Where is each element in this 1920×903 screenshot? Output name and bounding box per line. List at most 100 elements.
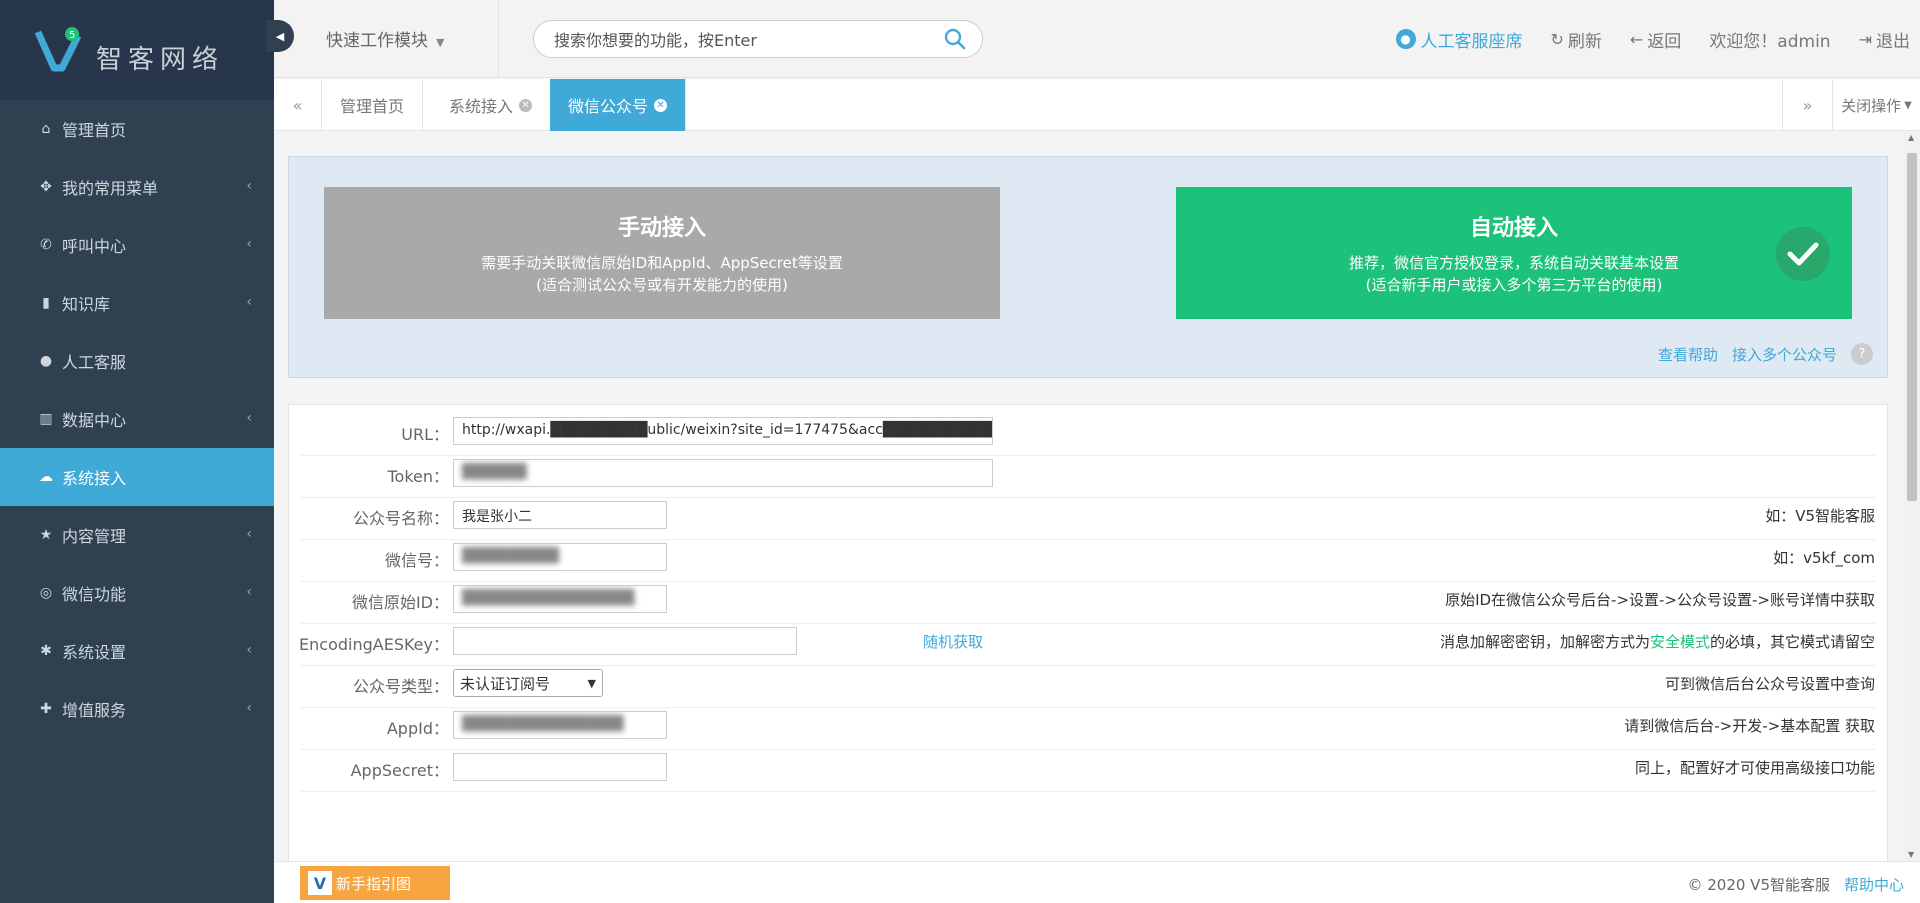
sidebar-item-label: 呼叫中心 bbox=[62, 237, 127, 256]
back-label: 返回 bbox=[1647, 31, 1682, 52]
form-row-appsecret: AppSecret： 同上，配置好才可使用高级接口功能 bbox=[301, 741, 1875, 792]
quick-module-dropdown[interactable]: 快速工作模块 ▼ bbox=[326, 26, 444, 51]
view-help-link[interactable]: 查看帮助 bbox=[1658, 344, 1718, 365]
sidebar-item-0[interactable]: ⌂ 管理首页 bbox=[0, 100, 274, 158]
sidebar-item-label: 人工客服 bbox=[62, 353, 127, 372]
logo[interactable]: 5 智客网络 bbox=[0, 0, 274, 100]
sidebar-item-3[interactable]: ▮ 知识库 ‹ bbox=[0, 274, 274, 332]
appid-value: ███████████████ bbox=[462, 716, 624, 732]
user-circle-icon: ● bbox=[1395, 29, 1416, 49]
origin-id-field[interactable]: ████████████████ bbox=[453, 585, 667, 613]
user-icon: ● bbox=[39, 353, 53, 369]
refresh-button[interactable]: ↻ 刷新 bbox=[1551, 27, 1602, 52]
wechat-id-field[interactable]: █████████ bbox=[453, 543, 667, 571]
wxid-label: 微信号： bbox=[384, 551, 449, 570]
bar-chart-icon: ▥ bbox=[39, 411, 53, 427]
home-icon: ⌂ bbox=[41, 121, 51, 137]
tab-wechat-official[interactable]: 微信公众号 ✕ bbox=[550, 79, 687, 131]
close-icon[interactable]: ✕ bbox=[519, 98, 533, 112]
token-label: Token： bbox=[387, 467, 449, 486]
random-generate-link[interactable]: 随机获取 bbox=[923, 631, 983, 652]
search-icon[interactable] bbox=[944, 28, 966, 50]
appsecret-field[interactable] bbox=[453, 753, 667, 781]
book-icon: ▮ bbox=[42, 295, 50, 311]
auto-desc: 推荐，微信官方授权登录，系统自动关联基本设置 bbox=[1348, 254, 1679, 272]
sidebar-item-label: 系统设置 bbox=[62, 643, 127, 662]
origin-id-value: ████████████████ bbox=[462, 590, 635, 606]
sidebar-item-9[interactable]: ✱ 系统设置 ‹ bbox=[0, 622, 274, 680]
tab-label: 系统接入 bbox=[449, 97, 514, 116]
sidebar-item-label: 系统接入 bbox=[62, 469, 127, 488]
refresh-label: 刷新 bbox=[1567, 31, 1602, 52]
aeskey-field[interactable] bbox=[453, 627, 797, 655]
tab-scroll-right-button[interactable]: » bbox=[1782, 79, 1832, 131]
sidebar-item-7[interactable]: ★ 内容管理 ‹ bbox=[0, 506, 274, 564]
type-label: 公众号类型： bbox=[352, 677, 449, 696]
account-type-select[interactable]: 未认证订阅号 ▼ bbox=[453, 669, 603, 697]
plus-icon: ✚ bbox=[40, 701, 52, 717]
sidebar-item-6[interactable]: ☁ 系统接入 bbox=[0, 448, 274, 506]
copyright-text: © 2020 V5智能客服 bbox=[1687, 876, 1830, 894]
auto-access-card[interactable]: 自动接入 推荐，微信官方授权登录，系统自动关联基本设置 (适合新手用户或接入多个… bbox=[1176, 187, 1852, 319]
beginner-guide-button[interactable]: V 新手指引图 bbox=[300, 866, 450, 900]
sidebar: 5 智客网络 ⌂ 管理首页 ✥ 我的常用菜单 ‹ ✆ 呼叫中心 ‹ ▮ 知识库 ‹ ● 人工客服 ▥ 数据中… bbox=[0, 0, 274, 903]
sidebar-item-label: 增值服务 bbox=[62, 701, 127, 720]
manual-access-card[interactable]: 手动接入 需要手动关联微信原始ID和AppId、AppSecret等设置 (适合… bbox=[324, 187, 1000, 319]
sidebar-item-8[interactable]: ◎ 微信功能 ‹ bbox=[0, 564, 274, 622]
arrow-left-icon: ← bbox=[1629, 29, 1644, 49]
sidebar-item-10[interactable]: ✚ 增值服务 ‹ bbox=[0, 680, 274, 738]
agent-seat-label: 人工客服座席 bbox=[1420, 31, 1523, 52]
content-scrollbar[interactable]: ▲ ▼ bbox=[1904, 131, 1920, 861]
copyright: © 2020 V5智能客服 帮助中心 bbox=[1687, 874, 1904, 895]
sidebar-item-4[interactable]: ● 人工客服 bbox=[0, 332, 274, 390]
logout-icon: ⇥ bbox=[1858, 29, 1872, 49]
check-icon bbox=[1776, 227, 1830, 281]
origin-id-label: 微信原始ID： bbox=[351, 593, 449, 612]
aeskey-hint-post: 的必填，其它模式请留空 bbox=[1709, 633, 1875, 651]
origin-id-hint: 原始ID在微信公众号后台->设置->公众号设置->账号详情中获取 bbox=[1445, 591, 1875, 609]
welcome-label: 欢迎您！admin bbox=[1709, 31, 1831, 52]
search-input[interactable]: 搜索你想要的功能，按Enter bbox=[533, 20, 983, 58]
account-name-field[interactable]: 我是张小二 bbox=[453, 501, 667, 529]
caret-down-icon: ▼ bbox=[436, 36, 445, 49]
question-icon[interactable]: ? bbox=[1851, 343, 1873, 365]
v5-logo-icon: V bbox=[308, 871, 332, 895]
chevron-left-icon: ‹ bbox=[246, 178, 252, 194]
wxid-value: █████████ bbox=[462, 548, 559, 564]
back-button[interactable]: ← 返回 bbox=[1630, 27, 1681, 52]
close-operations-dropdown[interactable]: 关闭操作 ▼ bbox=[1832, 79, 1920, 131]
name-hint: 如：V5智能客服 bbox=[1765, 507, 1875, 525]
search-placeholder: 搜索你想要的功能，按Enter bbox=[554, 31, 757, 50]
tab-scroll-left-button[interactable]: « bbox=[274, 79, 322, 131]
sidebar-item-2[interactable]: ✆ 呼叫中心 ‹ bbox=[0, 216, 274, 274]
tab-bar: « 管理首页 系统接入 ✕ 微信公众号 ✕ » 关闭操作 ▼ bbox=[274, 79, 1920, 131]
sidebar-item-5[interactable]: ▥ 数据中心 ‹ bbox=[0, 390, 274, 448]
sidebar-item-1[interactable]: ✥ 我的常用菜单 ‹ bbox=[0, 158, 274, 216]
close-icon[interactable]: ✕ bbox=[654, 98, 668, 112]
tab-home[interactable]: 管理首页 bbox=[322, 79, 424, 131]
tab-label: 微信公众号 bbox=[568, 97, 649, 116]
double-left-icon: « bbox=[292, 95, 303, 115]
multi-account-link[interactable]: 接入多个公众号 bbox=[1732, 344, 1837, 365]
scroll-up-icon[interactable]: ▲ bbox=[1908, 133, 1914, 142]
token-field[interactable]: ██████ bbox=[453, 459, 993, 487]
chevron-left-icon: ‹ bbox=[246, 294, 252, 310]
aeskey-label: EncodingAESKey： bbox=[299, 635, 449, 654]
appid-field[interactable]: ███████████████ bbox=[453, 711, 667, 739]
tab-system-access[interactable]: 系统接入 ✕ bbox=[431, 79, 552, 131]
logo-text: 智客网络 bbox=[96, 44, 225, 75]
chevron-left-icon: ‹ bbox=[246, 526, 252, 542]
chevron-down-icon: ▼ bbox=[587, 676, 596, 690]
gear-icon: ✱ bbox=[40, 643, 52, 659]
scrollbar-thumb[interactable] bbox=[1907, 153, 1917, 501]
star-icon: ★ bbox=[39, 527, 53, 543]
logout-button[interactable]: ⇥ 退出 bbox=[1859, 27, 1910, 52]
agent-seat-button[interactable]: ● 人工客服座席 bbox=[1395, 27, 1523, 52]
close-ops-label: 关闭操作 bbox=[1841, 96, 1902, 115]
help-center-link[interactable]: 帮助中心 bbox=[1844, 876, 1904, 894]
url-field[interactable]: http://wxapi.█████████ublic/weixin?site_… bbox=[453, 417, 993, 445]
chevron-left-icon: ‹ bbox=[246, 236, 252, 252]
phone-icon: ✆ bbox=[40, 237, 52, 253]
auto-title: 自动接入 bbox=[1469, 216, 1558, 241]
scroll-down-icon[interactable]: ▼ bbox=[1908, 850, 1914, 859]
